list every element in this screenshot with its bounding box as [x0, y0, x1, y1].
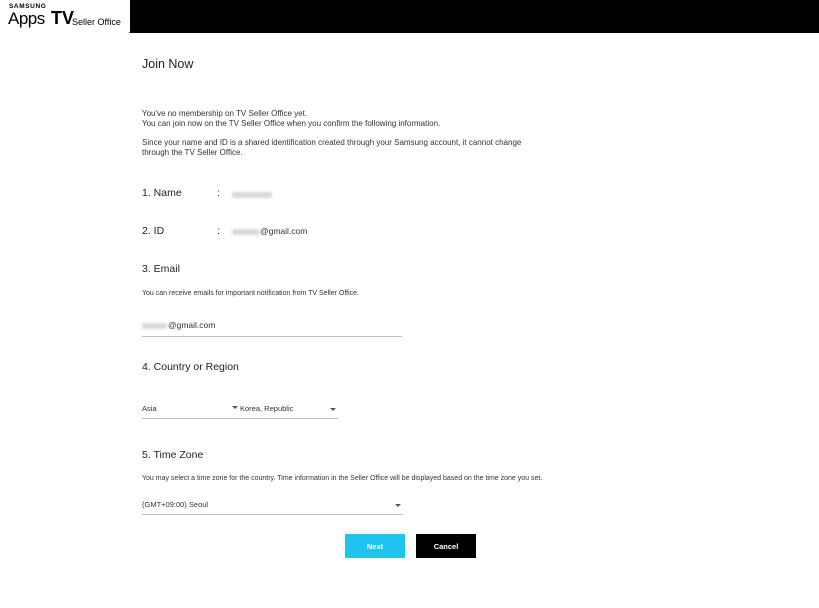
name-redacted	[232, 191, 272, 198]
chevron-down-icon	[395, 504, 401, 507]
email-redacted	[142, 322, 167, 329]
intro-line-1: You've no membership on TV Seller Office…	[142, 109, 308, 118]
id-label: 2. ID	[142, 225, 165, 237]
name-label: 1. Name	[142, 187, 182, 199]
id-domain: @gmail.com	[260, 226, 308, 236]
apps-wordmark: Apps	[8, 9, 45, 28]
timezone-label: 5. Time Zone	[142, 449, 204, 461]
name-colon: :	[217, 187, 220, 199]
email-desc: You can receive emails for important not…	[142, 290, 359, 297]
email-field[interactable]: @gmail.com	[142, 320, 402, 337]
note-line-2: through the TV Seller Office.	[142, 148, 243, 157]
country-label: 4. Country or Region	[142, 361, 239, 373]
seller-office-wordmark: Seller Office	[72, 17, 121, 27]
id-colon: :	[217, 225, 220, 237]
note-line-1: Since your name and ID is a shared ident…	[142, 138, 522, 147]
timezone-select-value: (GMT+09:00) Seoul	[142, 500, 209, 509]
chevron-down-icon	[330, 408, 336, 411]
apps-tv-logo[interactable]: SAMSUNG Apps TV Seller Office	[0, 0, 130, 33]
timezone-desc: You may select a time zone for the count…	[142, 475, 543, 482]
email-label: 3. Email	[142, 263, 180, 275]
email-domain: @gmail.com	[168, 320, 216, 330]
id-redacted	[232, 228, 260, 235]
cancel-button[interactable]: Cancel	[416, 534, 476, 558]
chevron-down-icon	[232, 406, 238, 409]
country-select-value: Korea, Republic	[240, 404, 294, 413]
intro-line-2: You can join now on the TV Seller Office…	[142, 119, 441, 128]
name-value	[232, 189, 272, 199]
top-bar: SAMSUNG Apps TV Seller Office	[0, 0, 819, 33]
page-title: Join Now	[142, 57, 194, 71]
next-button[interactable]: Next	[345, 534, 405, 558]
timezone-select[interactable]: (GMT+09:00) Seoul	[142, 500, 403, 515]
id-value: @gmail.com	[232, 226, 307, 236]
country-select[interactable]: Korea, Republic	[230, 404, 338, 419]
region-select[interactable]: Asia	[142, 404, 230, 419]
region-select-value: Asia	[142, 404, 157, 413]
tv-wordmark: TV	[51, 8, 75, 28]
